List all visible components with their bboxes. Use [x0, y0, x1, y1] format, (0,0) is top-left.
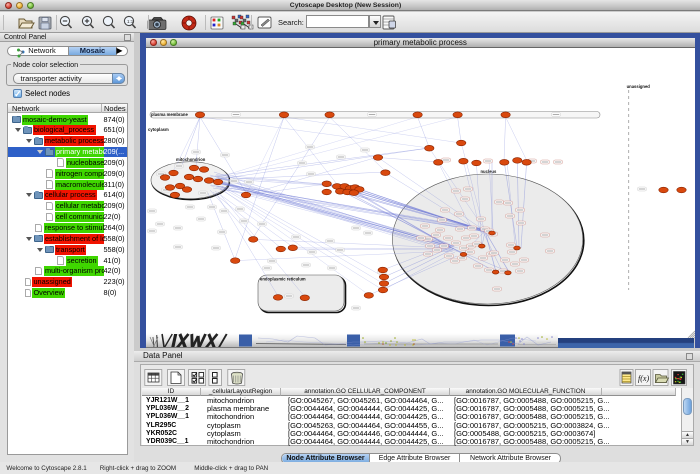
svg-text:1:1: 1:1 — [127, 19, 134, 24]
svg-text:f(x): f(x) — [638, 374, 649, 383]
svg-text:unassigned: unassigned — [627, 84, 651, 89]
svg-text:nucleus: nucleus — [481, 169, 497, 174]
svg-text:cytoplasm: cytoplasm — [148, 127, 169, 132]
svg-text:mitochondrion: mitochondrion — [176, 157, 206, 162]
svg-text:plasma membrane: plasma membrane — [151, 112, 188, 117]
